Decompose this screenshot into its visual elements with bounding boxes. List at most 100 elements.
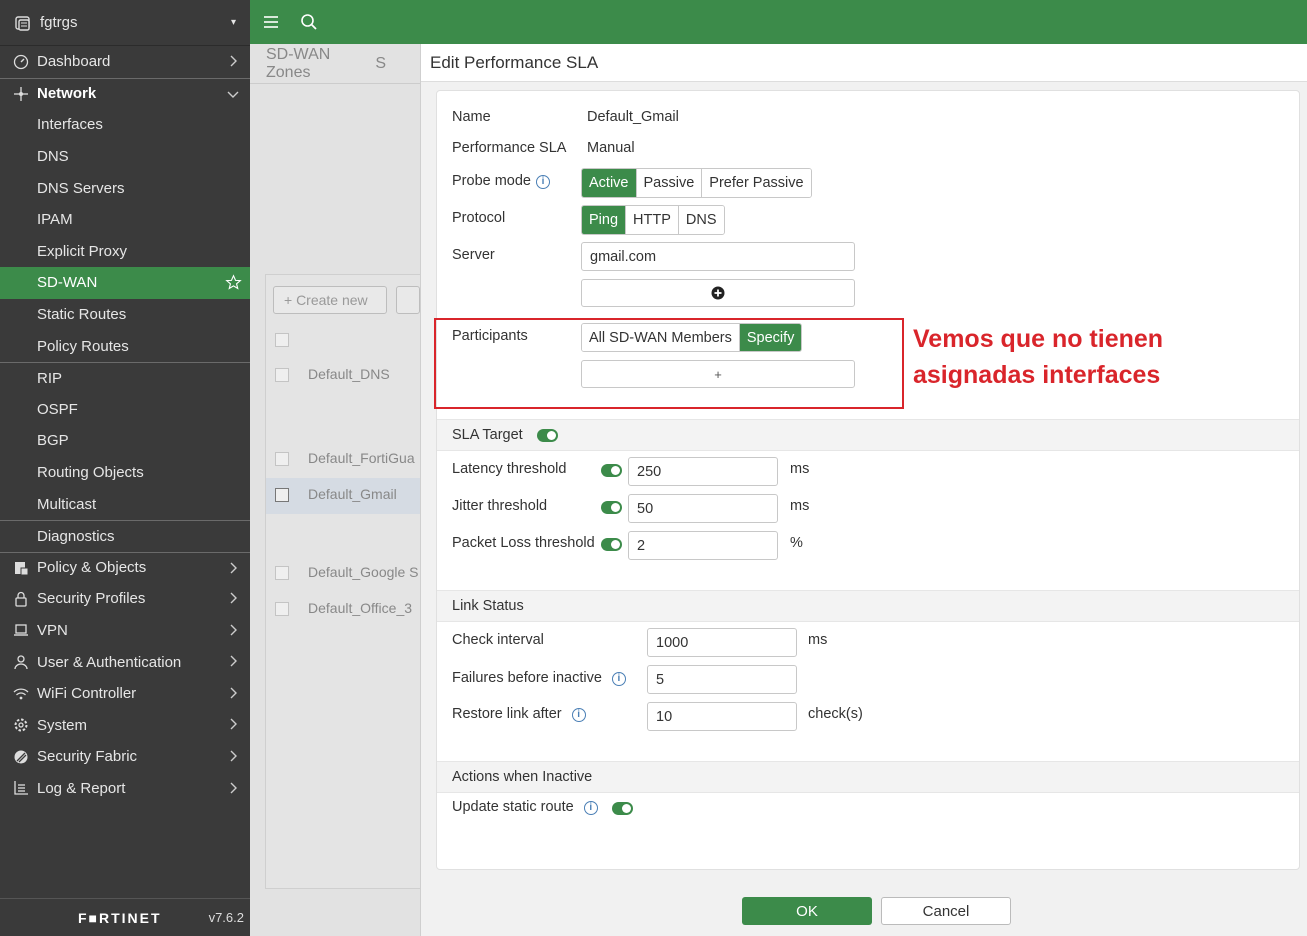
protocol-ping-option[interactable]: Ping xyxy=(582,206,627,234)
sidebar-item-rip[interactable]: RIP xyxy=(0,361,250,394)
name-value: Default_Gmail xyxy=(587,109,679,125)
sidebar-item-label: OSPF xyxy=(37,400,78,418)
latency-input[interactable]: 250 xyxy=(628,457,778,486)
link-status-section: Link Status xyxy=(437,590,1299,622)
info-icon[interactable]: i xyxy=(536,175,550,189)
tab-sla[interactable]: S xyxy=(375,55,386,73)
info-icon[interactable]: i xyxy=(611,672,626,686)
probe-mode-selector[interactable]: Active Passive Prefer Passive xyxy=(581,168,812,198)
sidebar-item-security-fabric[interactable]: Security Fabric xyxy=(0,741,250,773)
sidebar-item-policy-objects[interactable]: Policy & Objects xyxy=(0,551,250,584)
server-input[interactable]: gmail.com xyxy=(581,242,855,271)
info-icon[interactable]: i xyxy=(583,801,598,815)
table-row[interactable]: Default_DNS xyxy=(266,366,426,440)
info-icon[interactable]: i xyxy=(571,708,586,722)
annotation-line-2: asignadas interfaces xyxy=(913,361,1161,389)
sidebar-item-ipam[interactable]: IPAM xyxy=(0,204,250,236)
sidebar-item-security-profiles[interactable]: Security Profiles xyxy=(0,583,250,615)
sidebar-item-label: Static Routes xyxy=(37,306,127,324)
sidebar-item-explicit-proxy[interactable]: Explicit Proxy xyxy=(0,236,250,268)
sidebar-item-system[interactable]: System xyxy=(0,709,250,741)
sidebar-item-routing-objects[interactable]: Routing Objects xyxy=(0,457,250,489)
server-label: Server xyxy=(452,247,495,263)
sla-target-label: SLA Target xyxy=(452,427,523,443)
ok-button[interactable]: OK xyxy=(742,897,872,925)
probe-passive-option[interactable]: Passive xyxy=(636,169,703,197)
jitter-unit: ms xyxy=(790,498,810,514)
sidebar-item-policy-routes[interactable]: Policy Routes xyxy=(0,330,250,362)
sidebar-item-label: User & Authentication xyxy=(37,653,182,671)
table-row-selected[interactable]: Default_Gmail xyxy=(266,478,426,514)
sidebar-item-user-authentication[interactable]: User & Authentication xyxy=(0,646,250,678)
restore-input[interactable]: 10 xyxy=(647,702,797,731)
packet-loss-label: Packet Loss threshold xyxy=(452,535,595,551)
fortinet-logo: F■RTINET xyxy=(78,909,162,926)
packet-loss-input[interactable]: 2 xyxy=(628,531,778,560)
sidebar-item-sd-wan[interactable]: SD-WAN xyxy=(0,267,250,299)
table-row[interactable]: Default_FortiGua xyxy=(266,450,426,466)
restore-text: Restore link after xyxy=(452,706,562,722)
device-selector[interactable]: fgtrgs ▾ xyxy=(0,0,250,46)
restore-label: Restore link after i xyxy=(452,706,586,722)
sidebar-item-dashboard[interactable]: Dashboard xyxy=(0,46,250,78)
sidebar-item-label: WiFi Controller xyxy=(37,685,137,703)
firmware-version: v7.6.2 xyxy=(208,910,244,925)
latency-label: Latency threshold xyxy=(452,461,567,477)
sidebar-item-diagnostics[interactable]: Diagnostics xyxy=(0,519,250,552)
dashboard-icon xyxy=(12,53,30,71)
packet-loss-toggle[interactable] xyxy=(601,538,622,551)
sidebar-item-dns[interactable]: DNS xyxy=(0,141,250,173)
sidebar-item-label: BGP xyxy=(37,432,69,450)
select-all-checkbox[interactable] xyxy=(275,333,289,347)
search-icon[interactable] xyxy=(300,13,318,31)
sidebar-item-label: Multicast xyxy=(37,495,97,513)
failures-input[interactable]: 5 xyxy=(647,665,797,694)
sidebar-item-log-report[interactable]: Log & Report xyxy=(0,773,250,805)
table-row[interactable]: Default_Google S xyxy=(266,564,426,580)
jitter-input[interactable]: 50 xyxy=(628,494,778,523)
row-checkbox[interactable] xyxy=(275,566,289,580)
fabric-icon xyxy=(12,748,30,766)
edit-sla-dialog: Edit Performance SLA Name Default_Gmail … xyxy=(420,44,1307,936)
annotation-text: Vemos que no tienen asignadas interfaces xyxy=(913,321,1293,393)
update-route-toggle[interactable] xyxy=(612,802,633,815)
protocol-selector[interactable]: Ping HTTP DNS xyxy=(581,205,725,235)
sidebar-item-static-routes[interactable]: Static Routes xyxy=(0,299,250,331)
row-checkbox[interactable] xyxy=(275,368,289,382)
sidebar-item-network[interactable]: Network xyxy=(0,77,250,110)
row-checkbox[interactable] xyxy=(275,452,289,466)
sidebar-item-bgp[interactable]: BGP xyxy=(0,425,250,457)
check-interval-input[interactable]: 1000 xyxy=(647,628,797,657)
add-icon-button[interactable] xyxy=(396,286,420,314)
tab-sd-wan-zones[interactable]: SD-WAN Zones xyxy=(266,46,341,82)
sidebar-item-multicast[interactable]: Multicast xyxy=(0,488,250,520)
sidebar-item-label: RIP xyxy=(37,369,63,387)
create-new-button[interactable]: + Create new xyxy=(273,286,387,314)
tab-bar: SD-WAN Zones S xyxy=(250,44,420,84)
sidebar-item-wifi-controller[interactable]: WiFi Controller xyxy=(0,678,250,710)
cancel-button[interactable]: Cancel xyxy=(881,897,1011,925)
probe-active-option[interactable]: Active xyxy=(582,169,637,197)
dialog-form: Name Default_Gmail Performance SLA Manua… xyxy=(436,90,1300,870)
row-checkbox[interactable] xyxy=(275,488,289,502)
probe-prefer-passive-option[interactable]: Prefer Passive xyxy=(702,169,811,197)
policy-icon xyxy=(12,559,30,577)
latency-unit: ms xyxy=(790,461,810,477)
sidebar-item-dns-servers[interactable]: DNS Servers xyxy=(0,172,250,204)
jitter-toggle[interactable] xyxy=(601,501,622,514)
table-row[interactable]: Default_Office_3 xyxy=(266,600,426,616)
annotation-box xyxy=(434,318,904,409)
menu-icon[interactable] xyxy=(262,13,280,31)
sla-target-toggle[interactable] xyxy=(537,429,558,442)
probe-mode-label: Probe mode i xyxy=(452,173,550,189)
row-checkbox[interactable] xyxy=(275,602,289,616)
sidebar-item-ospf[interactable]: OSPF xyxy=(0,394,250,426)
sidebar-item-interfaces[interactable]: Interfaces xyxy=(0,109,250,141)
row-name: Default_Gmail xyxy=(308,486,397,502)
latency-toggle[interactable] xyxy=(601,464,622,477)
sidebar-item-vpn[interactable]: VPN xyxy=(0,615,250,647)
protocol-http-option[interactable]: HTTP xyxy=(626,206,679,234)
add-server-button[interactable] xyxy=(581,279,855,307)
star-icon[interactable] xyxy=(225,274,242,291)
protocol-dns-option[interactable]: DNS xyxy=(678,206,724,234)
